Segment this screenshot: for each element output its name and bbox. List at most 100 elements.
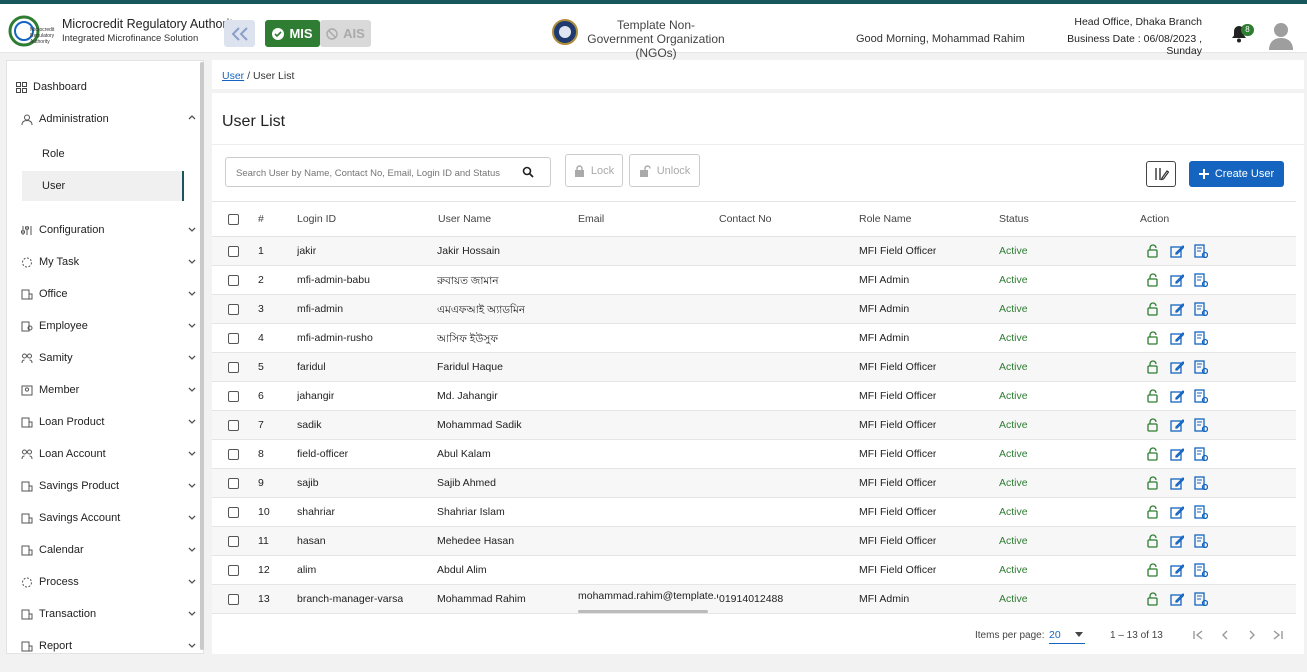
lock-button[interactable]: Lock — [565, 154, 623, 187]
row-checkbox[interactable] — [228, 565, 239, 576]
unlock-icon[interactable] — [1146, 273, 1160, 287]
unlock-button[interactable]: Unlock — [629, 154, 700, 187]
view-details-icon[interactable] — [1194, 244, 1208, 258]
sidebar-item-office[interactable]: Office — [21, 288, 197, 300]
view-details-icon[interactable] — [1194, 331, 1208, 345]
unlock-icon[interactable] — [1146, 331, 1160, 345]
user-avatar-icon[interactable] — [1268, 20, 1294, 50]
sidebar-scrollbar[interactable] — [200, 62, 204, 650]
sidebar-item-role[interactable]: Role — [22, 139, 184, 169]
view-details-icon[interactable] — [1194, 476, 1208, 490]
first-page-icon[interactable] — [1191, 628, 1205, 642]
sidebar-item-loan-account[interactable]: Loan Account — [21, 448, 197, 460]
view-details-icon[interactable] — [1194, 389, 1208, 403]
sidebar-item-user[interactable]: User — [22, 171, 184, 201]
sidebar-item-my-task[interactable]: My Task — [21, 256, 197, 268]
edit-icon[interactable] — [1170, 244, 1184, 258]
column-header-role-name[interactable]: Role Name — [859, 213, 912, 225]
cell-user-name: Abul Kalam — [437, 448, 491, 460]
sidebar-item-loan-product[interactable]: Loan Product — [21, 416, 197, 428]
view-details-icon[interactable] — [1194, 302, 1208, 316]
row-checkbox[interactable] — [228, 246, 239, 257]
cell-user-name: Shahriar Islam — [437, 506, 505, 518]
sidebar-item-dashboard[interactable]: Dashboard — [16, 81, 192, 93]
row-checkbox[interactable] — [228, 391, 239, 402]
unlock-icon[interactable] — [1146, 360, 1160, 374]
unlock-icon[interactable] — [1146, 302, 1160, 316]
row-checkbox[interactable] — [228, 362, 239, 373]
sidebar-item-administration[interactable]: Administration — [21, 113, 197, 125]
ais-toggle-button[interactable]: AIS — [320, 20, 371, 47]
edit-icon[interactable] — [1170, 418, 1184, 432]
edit-icon[interactable] — [1170, 331, 1184, 345]
edit-icon[interactable] — [1170, 563, 1184, 577]
select-all-checkbox[interactable] — [228, 214, 239, 225]
breadcrumb-link-user[interactable]: User — [222, 70, 244, 82]
column-header-index[interactable]: # — [258, 213, 264, 225]
edit-icon[interactable] — [1170, 447, 1184, 461]
collapse-sidebar-button[interactable] — [224, 20, 255, 47]
row-checkbox[interactable] — [228, 304, 239, 315]
unlock-icon[interactable] — [1146, 563, 1160, 577]
row-checkbox[interactable] — [228, 449, 239, 460]
edit-icon[interactable] — [1170, 534, 1184, 548]
unlock-icon[interactable] — [1146, 592, 1160, 606]
sidebar-item-report[interactable]: Report — [21, 640, 197, 652]
unlock-icon[interactable] — [1146, 418, 1160, 432]
column-header-status[interactable]: Status — [999, 213, 1029, 225]
row-checkbox[interactable] — [228, 594, 239, 605]
unlock-icon[interactable] — [1146, 476, 1160, 490]
edit-icon[interactable] — [1170, 389, 1184, 403]
edit-icon[interactable] — [1170, 592, 1184, 606]
view-details-icon[interactable] — [1194, 505, 1208, 519]
cell-role-name: MFI Admin — [859, 303, 910, 315]
previous-page-icon[interactable] — [1218, 628, 1232, 642]
unlock-icon[interactable] — [1146, 505, 1160, 519]
row-checkbox[interactable] — [228, 420, 239, 431]
sidebar-item-employee[interactable]: Employee — [21, 320, 197, 332]
search-input[interactable] — [236, 165, 516, 181]
unlock-icon[interactable] — [1146, 534, 1160, 548]
view-details-icon[interactable] — [1194, 534, 1208, 548]
breadcrumb: User / User List — [222, 70, 294, 82]
sidebar-item-transaction[interactable]: Transaction — [21, 608, 197, 620]
column-header-login-id[interactable]: Login ID — [297, 213, 336, 225]
unlock-icon[interactable] — [1146, 244, 1160, 258]
column-header-contact-no[interactable]: Contact No — [719, 213, 772, 225]
row-checkbox[interactable] — [228, 333, 239, 344]
create-user-button[interactable]: Create User — [1189, 161, 1284, 187]
last-page-icon[interactable] — [1271, 628, 1285, 642]
mis-toggle-button[interactable]: MIS — [265, 20, 320, 47]
sidebar-item-member[interactable]: Member — [21, 384, 197, 396]
sidebar-item-process[interactable]: Process — [21, 576, 197, 588]
edit-icon[interactable] — [1170, 273, 1184, 287]
next-page-icon[interactable] — [1245, 628, 1259, 642]
row-checkbox[interactable] — [228, 478, 239, 489]
view-details-icon[interactable] — [1194, 592, 1208, 606]
sidebar-item-samity[interactable]: Samity — [21, 352, 197, 364]
unlock-icon[interactable] — [1146, 447, 1160, 461]
edit-icon[interactable] — [1170, 360, 1184, 374]
view-details-icon[interactable] — [1194, 273, 1208, 287]
view-details-icon[interactable] — [1194, 563, 1208, 577]
view-details-icon[interactable] — [1194, 447, 1208, 461]
view-details-icon[interactable] — [1194, 418, 1208, 432]
sidebar-item-calendar[interactable]: Calendar — [21, 544, 197, 556]
view-details-icon[interactable] — [1194, 360, 1208, 374]
column-header-email[interactable]: Email — [578, 213, 604, 225]
edit-icon[interactable] — [1170, 505, 1184, 519]
column-header-user-name[interactable]: User Name — [438, 213, 491, 225]
row-checkbox[interactable] — [228, 536, 239, 547]
edit-icon[interactable] — [1170, 302, 1184, 316]
sidebar-item-savings-account[interactable]: Savings Account — [21, 512, 197, 524]
search-icon[interactable] — [522, 166, 534, 178]
column-settings-button[interactable] — [1146, 161, 1176, 187]
edit-icon[interactable] — [1170, 476, 1184, 490]
unlock-icon[interactable] — [1146, 389, 1160, 403]
sidebar-item-savings-product[interactable]: Savings Product — [21, 480, 197, 492]
items-per-page-select[interactable]: 20 — [1049, 626, 1085, 644]
horizontal-scrollbar[interactable] — [578, 610, 708, 613]
sidebar-item-configuration[interactable]: Configuration — [21, 224, 197, 236]
row-checkbox[interactable] — [228, 275, 239, 286]
row-checkbox[interactable] — [228, 507, 239, 518]
